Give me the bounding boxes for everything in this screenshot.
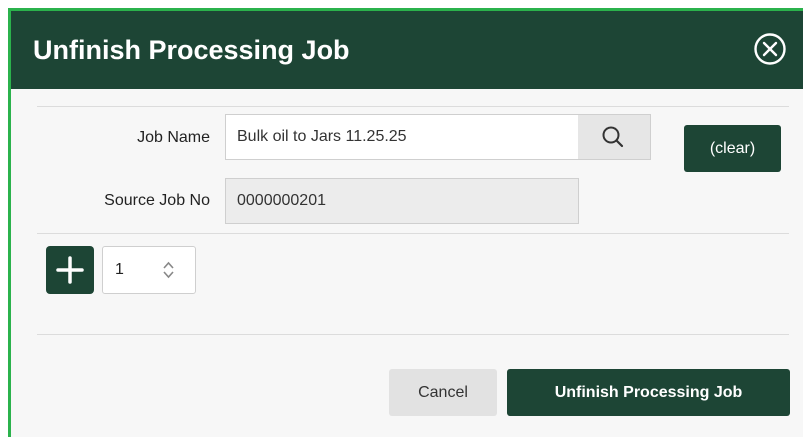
close-button[interactable]	[753, 32, 787, 66]
quantity-stepper[interactable]: 1	[102, 246, 196, 294]
dialog-header: Unfinish Processing Job	[11, 11, 803, 89]
add-button[interactable]	[46, 246, 94, 294]
circle-x-icon	[754, 33, 786, 65]
search-button[interactable]	[578, 114, 651, 160]
plus-icon	[56, 256, 84, 284]
chevron-up-down-icon	[163, 261, 174, 279]
job-name-label: Job Name	[137, 129, 210, 146]
clear-button[interactable]: (clear)	[684, 125, 781, 172]
job-name-input[interactable]	[225, 114, 579, 160]
unfinish-job-dialog: Unfinish Processing Job Job Name (clear)…	[8, 8, 803, 437]
dialog-title: Unfinish Processing Job	[33, 35, 350, 65]
divider-bottom	[37, 334, 789, 335]
source-job-field	[225, 178, 579, 224]
quantity-value: 1	[115, 261, 124, 278]
search-icon	[602, 126, 624, 148]
unfinish-job-button[interactable]: Unfinish Processing Job	[507, 369, 790, 416]
dialog-body: Job Name (clear) Source Job No 1	[11, 89, 803, 437]
divider-middle	[37, 233, 789, 234]
stepper-arrows[interactable]	[160, 258, 177, 282]
cancel-button[interactable]: Cancel	[389, 369, 497, 416]
divider-top	[37, 106, 789, 107]
source-job-label: Source Job No	[104, 192, 210, 209]
